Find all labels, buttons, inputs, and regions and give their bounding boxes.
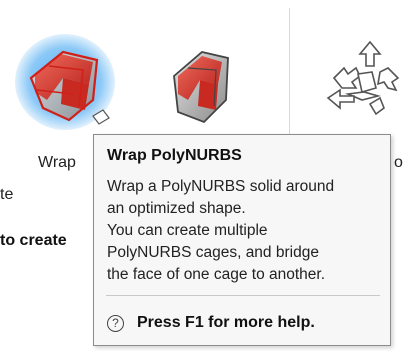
tooltip-line: the face of one cage to another. <box>107 266 326 283</box>
tooltip-line: PolyNURBS cages, and bridge <box>107 244 319 261</box>
tooltip-help: ? Press F1 for more help. <box>107 314 315 332</box>
wrap-polynurbs-icon <box>15 34 115 130</box>
partial-label-right: o <box>394 154 403 171</box>
tooltip-line: Wrap a PolyNURBS solid around <box>107 178 335 195</box>
partial-hint-left: to create <box>0 232 67 249</box>
tooltip-description: Wrap a PolyNURBS solid around an optimiz… <box>107 176 387 286</box>
wrap-tool-button[interactable] <box>13 30 118 135</box>
tooltip-help-text: Press F1 for more help. <box>137 314 315 331</box>
ribbon-divider <box>289 8 290 143</box>
question-circle-icon: ? <box>107 314 124 332</box>
tooltip-separator <box>106 295 380 296</box>
wrap-tool-label: Wrap <box>38 154 76 171</box>
tooltip-line: You can create multiple <box>107 222 268 239</box>
move-transform-icon <box>326 40 400 116</box>
tooltip-line: an optimized shape. <box>107 200 246 217</box>
polynurbs-elbow-icon <box>173 51 229 124</box>
move-tool-button[interactable] <box>318 38 404 138</box>
tooltip-title: Wrap PolyNURBS <box>107 147 242 164</box>
tooltip: Wrap PolyNURBS Wrap a PolyNURBS solid ar… <box>93 134 391 346</box>
partial-label-left: te <box>0 186 14 203</box>
polynurbs-tool-button[interactable] <box>158 40 238 135</box>
